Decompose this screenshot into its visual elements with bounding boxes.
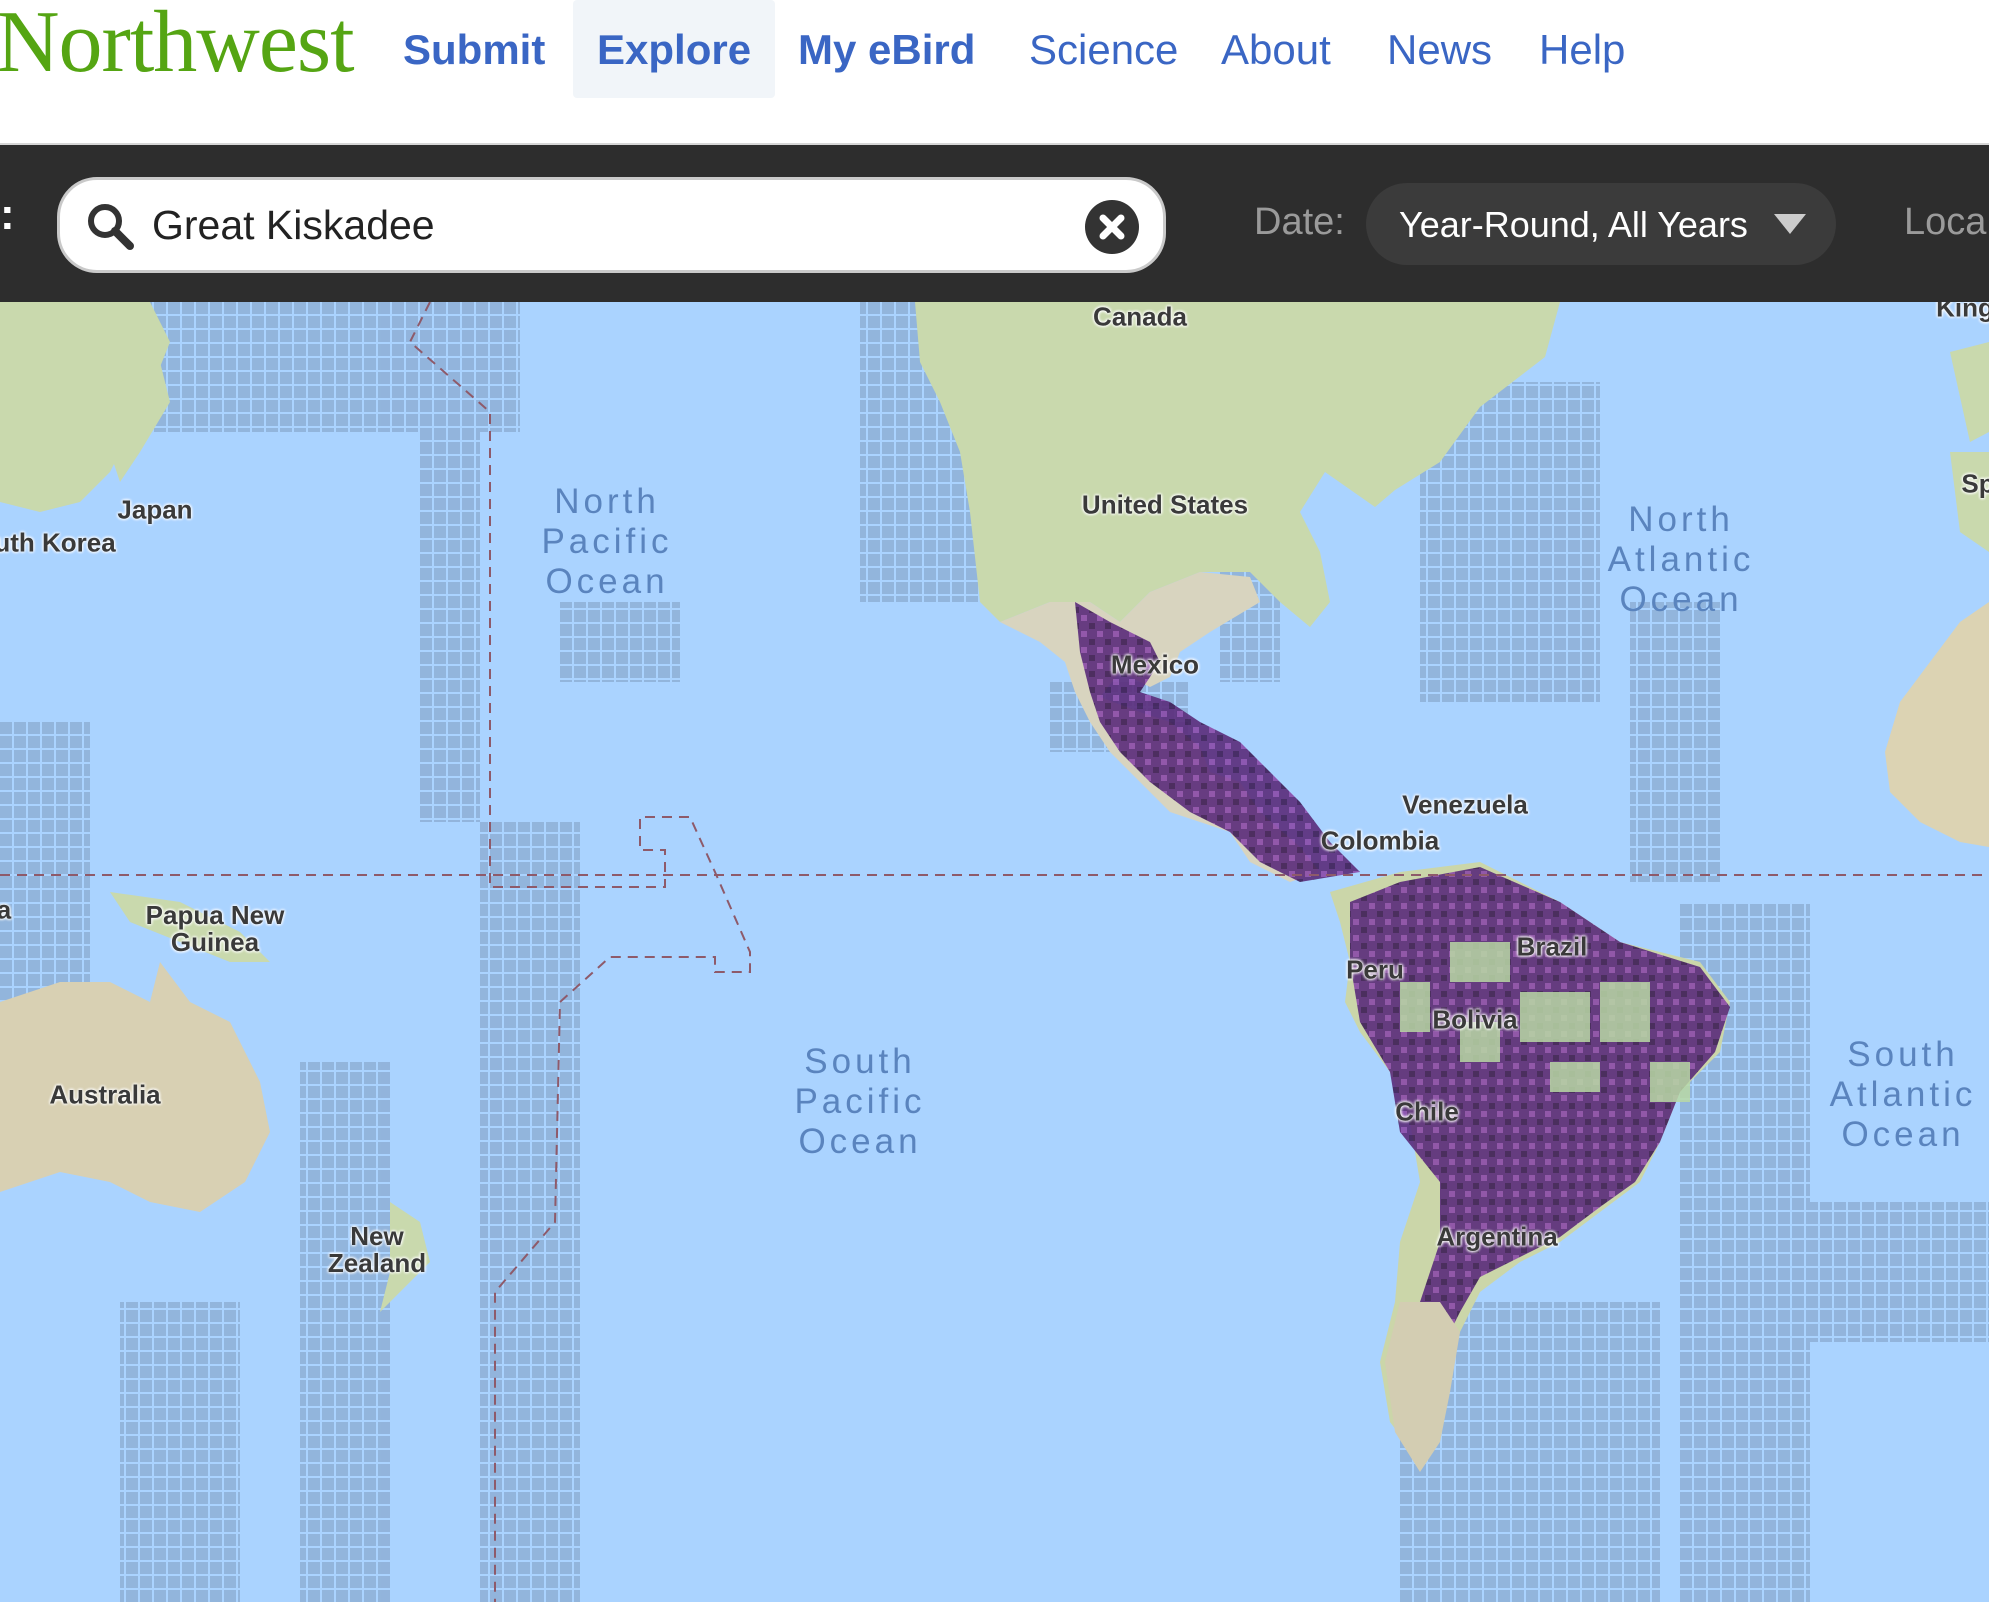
africa-landmass: [1885, 602, 1989, 847]
species-search-field[interactable]: Great Kiskadee: [57, 177, 1166, 273]
label-north-atlantic-ocean: North Atlantic Ocean: [1607, 500, 1755, 619]
label-canada: Canada: [1093, 302, 1187, 332]
label-new-zealand: New Zealand: [327, 1221, 427, 1278]
label-mexico: Mexico: [1110, 649, 1200, 680]
nav-my-ebird[interactable]: My eBird: [798, 22, 975, 78]
clear-search-button[interactable]: [1085, 200, 1139, 254]
top-navigation: Northwest Submit Explore My eBird Scienc…: [0, 0, 1989, 145]
location-label-partial: Loca: [1904, 201, 1987, 243]
label-south-pacific-ocean: South Pacific Ocean: [794, 1042, 926, 1161]
label-kingdom-partial: King: [1936, 302, 1989, 323]
label-australia: Australia: [49, 1079, 161, 1110]
date-dropdown-value: Year-Round, All Years: [1399, 204, 1748, 245]
nav-help[interactable]: Help: [1539, 22, 1625, 78]
label-south-korea: uth Korea: [0, 527, 116, 558]
search-icon: [88, 204, 134, 250]
nav-explore[interactable]: Explore: [573, 0, 776, 98]
date-dropdown[interactable]: Year-Round, All Years: [1366, 183, 1836, 265]
nav-submit[interactable]: Submit: [403, 22, 545, 78]
label-brazil: Brazil: [1516, 931, 1588, 962]
species-search-value[interactable]: Great Kiskadee: [152, 180, 435, 270]
label-argentina: Argentina: [1436, 1221, 1558, 1252]
range-mexico-central-america: [1075, 602, 1360, 882]
nav-about[interactable]: About: [1221, 22, 1331, 78]
species-range-map[interactable]: Canada United States Mexico Japan uth Ko…: [0, 302, 1989, 1602]
label-north-pacific-ocean: North Pacific Ocean: [541, 482, 673, 601]
date-label: Date:: [1254, 201, 1345, 243]
label-papua-new-guinea: Papua New Guinea: [145, 900, 285, 957]
nav-news[interactable]: News: [1387, 22, 1492, 78]
species-label-partial: :: [0, 190, 15, 239]
label-edge-partial: a: [0, 894, 12, 925]
label-united-states: United States: [1081, 489, 1249, 520]
filter-bar: : Great Kiskadee Date: Year-Round, All Y…: [0, 145, 1989, 302]
label-chile: Chile: [1395, 1096, 1459, 1127]
close-icon: [1099, 214, 1125, 240]
nav-science[interactable]: Science: [1029, 22, 1178, 78]
label-spain-partial: Sp: [1961, 468, 1989, 499]
label-bolivia: Bolivia: [1432, 1004, 1518, 1035]
chevron-down-icon: [1774, 214, 1806, 234]
brand-logo[interactable]: Northwest: [0, 0, 355, 87]
map-canvas: [0, 302, 1989, 1602]
label-south-atlantic-ocean: South Atlantic Ocean: [1829, 1035, 1977, 1154]
label-colombia: Colombia: [1320, 825, 1440, 856]
label-peru: Peru: [1346, 954, 1404, 985]
label-venezuela: Venezuela: [1402, 789, 1528, 820]
label-japan: Japan: [117, 494, 193, 525]
